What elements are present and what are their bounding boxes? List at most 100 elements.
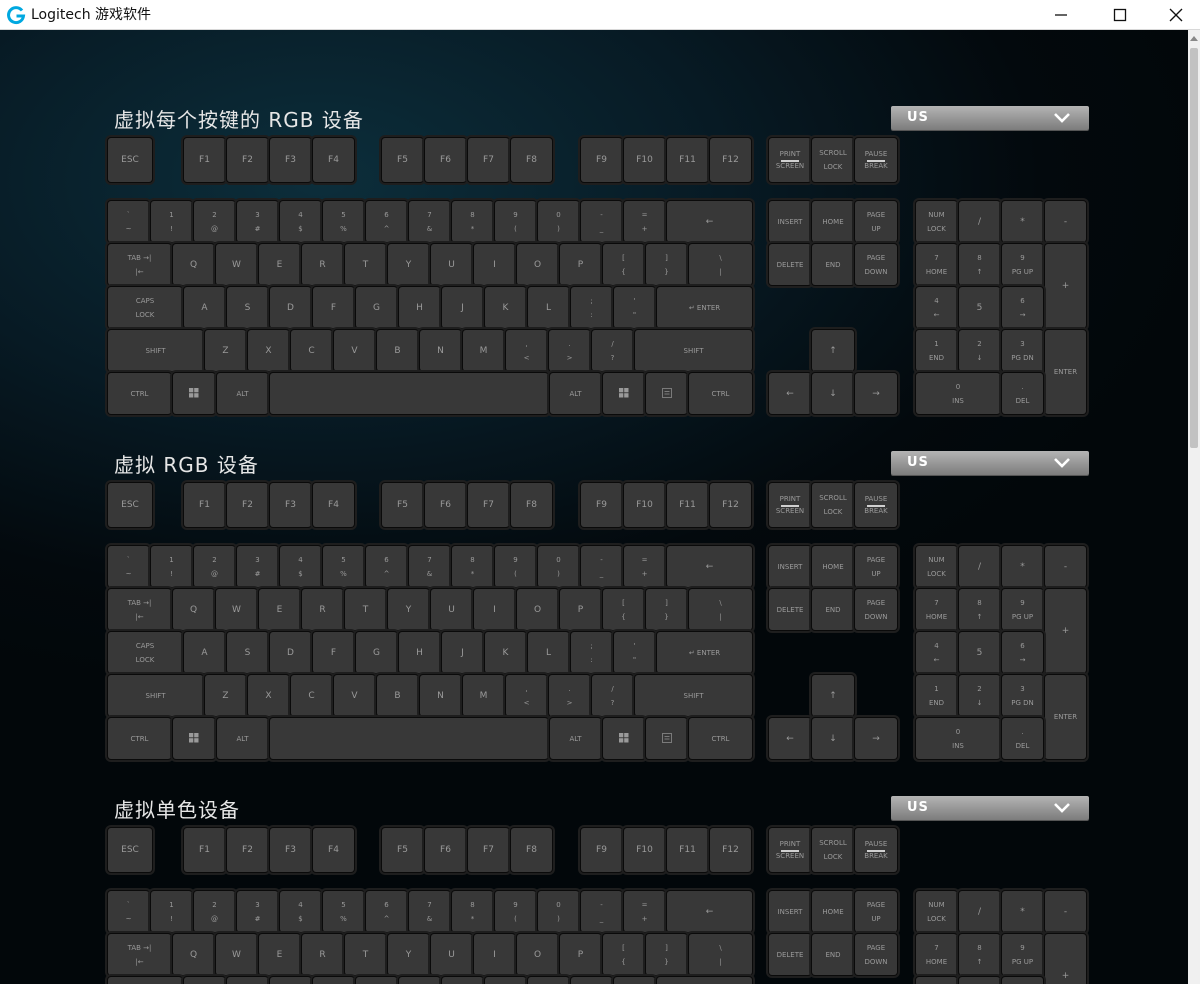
key-v[interactable]: V [334, 330, 375, 371]
device-list[interactable]: 虚拟每个按键的 RGB 设备 US ESC F1 F2 F3 F4 F5 F6 F7 F8 F9 F10… [0, 30, 1188, 984]
key-left-ctrl[interactable]: CTRL [108, 718, 171, 759]
key-backslash[interactable]: \ | [689, 934, 752, 975]
key-numpad-subtract[interactable]: - [1045, 201, 1086, 242]
key-numpad-3[interactable]: 3 PG DN [1002, 330, 1043, 371]
key-m[interactable]: M [463, 330, 504, 371]
key-grave[interactable]: ` ~ [108, 546, 149, 587]
key-n[interactable]: N [420, 330, 461, 371]
key-print-screen[interactable]: PRINT SCREEN [769, 828, 811, 872]
key-left-shift[interactable]: SHIFT [108, 675, 203, 716]
key-t[interactable]: T [345, 934, 386, 975]
key-quote[interactable]: '" [614, 287, 655, 328]
key-d[interactable]: D [270, 287, 311, 328]
key-n0[interactable]: 0) [538, 891, 579, 932]
key-n7[interactable]: 7 & [409, 201, 450, 242]
key-f[interactable]: F [313, 977, 354, 984]
key-numpad-7[interactable]: 7 HOME [916, 244, 957, 285]
key-n5[interactable]: 5% [323, 546, 364, 587]
key-k[interactable]: K [485, 287, 526, 328]
key-numpad-multiply[interactable]: * [1002, 201, 1043, 242]
key-numpad-9[interactable]: 9 PG UP [1002, 244, 1043, 285]
key-arrow-down[interactable]: ↓ [812, 373, 854, 414]
key-n9[interactable]: 9( [495, 546, 536, 587]
key-f4[interactable]: F4 [313, 483, 354, 527]
key-f11[interactable]: F11 [667, 483, 708, 527]
key-f8[interactable]: F8 [511, 138, 552, 182]
key-f10[interactable]: F10 [624, 828, 665, 872]
key-numpad-7[interactable]: 7 HOME [916, 934, 957, 975]
key-left-shift[interactable]: SHIFT [108, 330, 203, 371]
key-period[interactable]: . > [549, 675, 590, 716]
key-f10[interactable]: F10 [624, 138, 665, 182]
key-f1[interactable]: F1 [184, 483, 225, 527]
key-period[interactable]: . > [549, 330, 590, 371]
key-menu[interactable] [646, 718, 687, 759]
key-grave[interactable]: ` ~ [108, 891, 149, 932]
key-f1[interactable]: F1 [184, 828, 225, 872]
key-num-lock[interactable]: NUM LOCK [916, 201, 957, 242]
key-i[interactable]: I [474, 589, 515, 630]
key-numpad-multiply[interactable]: * [1002, 546, 1043, 587]
minimize-button[interactable] [1036, 0, 1086, 30]
key-u[interactable]: U [431, 589, 472, 630]
key-n8[interactable]: 8 * [452, 546, 493, 587]
key-arrow-right[interactable]: → [855, 718, 897, 759]
key-insert[interactable]: INSERT [769, 201, 811, 242]
key-esc[interactable]: ESC [108, 138, 152, 182]
key-f5[interactable]: F5 [382, 138, 423, 182]
key-numpad-add[interactable]: + [1045, 244, 1086, 328]
key-space-bar[interactable] [270, 373, 548, 414]
key-numpad-9[interactable]: 9 PG UP [1002, 589, 1043, 630]
key-s[interactable]: S [227, 977, 268, 984]
key-numpad-0[interactable]: 0 INS [916, 373, 1000, 414]
key-scroll-lock[interactable]: SCROLL LOCK [812, 483, 854, 527]
key-q[interactable]: Q [173, 589, 214, 630]
key-numpad-decimal[interactable]: . DEL [1002, 373, 1043, 414]
key-numpad-2[interactable]: 2 ↓ [959, 675, 1000, 716]
key-f2[interactable]: F2 [227, 828, 268, 872]
key-c[interactable]: C [291, 330, 332, 371]
key-z[interactable]: Z [205, 675, 246, 716]
key-minus[interactable]: - _ [581, 201, 622, 242]
key-y[interactable]: Y [388, 934, 429, 975]
key-u[interactable]: U [431, 934, 472, 975]
key-semicolon[interactable]: ;: [571, 632, 612, 673]
key-delete[interactable]: DELETE [769, 934, 811, 975]
key-e[interactable]: E [259, 934, 300, 975]
key-u[interactable]: U [431, 244, 472, 285]
key-d[interactable]: D [270, 977, 311, 984]
key-t[interactable]: T [345, 589, 386, 630]
key-e[interactable]: E [259, 244, 300, 285]
key-tab[interactable]: TAB →| |← [108, 244, 171, 285]
key-right-alt[interactable]: ALT [550, 718, 601, 759]
key-print-screen[interactable]: PRINT SCREEN [769, 138, 811, 182]
key-n9[interactable]: 9( [495, 891, 536, 932]
key-f3[interactable]: F3 [270, 138, 311, 182]
key-left-alt[interactable]: ALT [217, 373, 268, 414]
key-z[interactable]: Z [205, 330, 246, 371]
key-home[interactable]: HOME [812, 201, 854, 242]
key-n2[interactable]: 2 @ [194, 891, 235, 932]
key-f5[interactable]: F5 [382, 828, 423, 872]
key-equal[interactable]: = + [624, 201, 665, 242]
key-end[interactable]: END [812, 589, 854, 630]
key-f6[interactable]: F6 [425, 828, 466, 872]
key-f9[interactable]: F9 [581, 483, 622, 527]
key-semicolon[interactable]: ;: [571, 287, 612, 328]
key-y[interactable]: Y [388, 244, 429, 285]
key-scroll-lock[interactable]: SCROLL LOCK [812, 138, 854, 182]
key-numpad-divide[interactable]: / [959, 201, 1000, 242]
key-page-up[interactable]: PAGE UP [855, 891, 897, 932]
key-equal[interactable]: = + [624, 891, 665, 932]
key-k[interactable]: K [485, 977, 526, 984]
key-tab[interactable]: TAB →| |← [108, 934, 171, 975]
key-insert[interactable]: INSERT [769, 891, 811, 932]
key-a[interactable]: A [184, 287, 225, 328]
scrollbar-thumb[interactable] [1190, 48, 1198, 448]
key-lbracket[interactable]: [{ [603, 589, 644, 630]
key-n1[interactable]: 1! [151, 201, 192, 242]
key-i[interactable]: I [474, 244, 515, 285]
key-n6[interactable]: 6 ^ [366, 201, 407, 242]
key-right-ctrl[interactable]: CTRL [689, 373, 752, 414]
key-menu[interactable] [646, 373, 687, 414]
